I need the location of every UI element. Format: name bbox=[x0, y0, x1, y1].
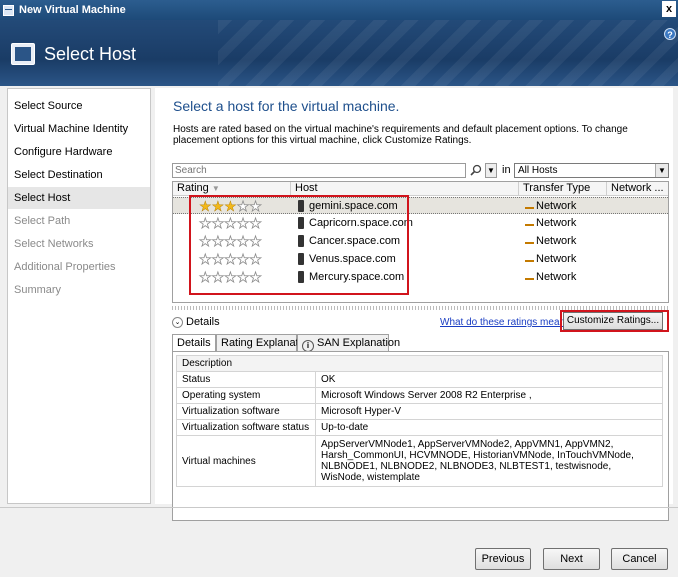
detail-value: Up-to-date bbox=[315, 419, 663, 436]
nav-item-select-source[interactable]: Select Source bbox=[8, 95, 150, 117]
host-icon bbox=[11, 43, 35, 65]
search-options-dropdown[interactable]: ▼ bbox=[485, 163, 497, 178]
tab-san-explanation-label: SAN Explanation bbox=[317, 337, 401, 349]
tab-san-explanation[interactable]: i SAN Explanation bbox=[297, 334, 400, 352]
search-icon[interactable] bbox=[470, 164, 482, 176]
tab-details[interactable]: Details bbox=[172, 334, 216, 352]
section-heading: Select a host for the virtual machine. bbox=[173, 98, 400, 114]
transfer-type: Network bbox=[536, 253, 577, 265]
detail-value: Microsoft Hyper-V bbox=[315, 403, 663, 420]
details-toggle-label: Details bbox=[186, 316, 220, 328]
table-row: Operating system Microsoft Windows Server… bbox=[176, 387, 663, 404]
network-transfer-icon bbox=[525, 240, 534, 244]
column-header-rating-label: Rating bbox=[177, 182, 209, 194]
search-input[interactable] bbox=[172, 163, 466, 178]
search-row: ▼ in All Hosts ▼ bbox=[172, 163, 669, 178]
detail-key: Virtualization software status bbox=[176, 419, 316, 436]
details-description-label: Description bbox=[176, 355, 663, 372]
nav-item-select-host[interactable]: Select Host bbox=[8, 187, 150, 209]
table-row: Status OK bbox=[176, 371, 663, 388]
network-transfer-icon bbox=[525, 276, 534, 280]
banner-pattern bbox=[218, 20, 678, 86]
details-table: Description Status OK Operating system Mic… bbox=[176, 355, 663, 487]
column-header-host[interactable]: Host bbox=[291, 182, 519, 196]
search-scope-select[interactable]: All Hosts ▼ bbox=[514, 163, 669, 178]
cancel-button[interactable]: Cancel bbox=[611, 548, 668, 570]
network-transfer-icon bbox=[525, 205, 534, 209]
ratings-help-link[interactable]: What do these ratings mean? bbox=[440, 317, 571, 328]
search-in-label: in bbox=[502, 164, 511, 176]
network-transfer-icon bbox=[525, 258, 534, 262]
nav-item-summary: Summary bbox=[14, 284, 62, 296]
help-icon[interactable]: ? bbox=[664, 28, 676, 40]
window-title: New Virtual Machine bbox=[19, 4, 126, 16]
chevron-down-icon[interactable]: ▼ bbox=[655, 164, 668, 177]
column-header-network[interactable]: Network ... bbox=[607, 182, 668, 196]
detail-value: OK bbox=[315, 371, 663, 388]
table-row: Virtualization software status Up-to-date bbox=[176, 419, 663, 436]
section-description: Hosts are rated based on the virtual mac… bbox=[173, 124, 628, 146]
nav-item-select-path: Select Path bbox=[14, 215, 71, 227]
nav-item-select-destination[interactable]: Select Destination bbox=[8, 164, 150, 186]
app-icon bbox=[3, 4, 14, 16]
detail-key: Operating system bbox=[176, 387, 316, 404]
page-title: Select Host bbox=[44, 44, 137, 64]
detail-key: Virtualization software bbox=[176, 403, 316, 420]
column-header-transfer-type[interactable]: Transfer Type bbox=[519, 182, 607, 196]
network-transfer-icon bbox=[525, 222, 534, 226]
nav-item-vm-identity[interactable]: Virtual Machine Identity bbox=[8, 118, 150, 140]
search-scope-value: All Hosts bbox=[518, 165, 558, 176]
grid-header: Rating ▼ Host Transfer Type Network ... bbox=[173, 182, 668, 196]
close-icon[interactable]: x bbox=[662, 1, 676, 17]
previous-button[interactable]: Previous bbox=[475, 548, 531, 570]
sort-arrow-icon: ▼ bbox=[211, 184, 220, 193]
table-row: Virtual machines AppServerVMNode1, AppSer… bbox=[176, 435, 663, 487]
detail-key: Virtual machines bbox=[176, 435, 316, 487]
footer-divider bbox=[0, 507, 678, 508]
main-panel: Select a host for the virtual machine. H… bbox=[155, 88, 673, 521]
transfer-type: Network bbox=[536, 271, 577, 283]
transfer-type: Network bbox=[536, 217, 577, 229]
details-toggle[interactable]: ⌄ Details bbox=[172, 316, 220, 328]
highlight-box-ratings bbox=[189, 195, 409, 295]
detail-value: Microsoft Windows Server 2008 R2 Enterpr… bbox=[315, 387, 663, 404]
table-row: Virtualization software Microsoft Hyper-V bbox=[176, 403, 663, 420]
tab-rating-explanation[interactable]: Rating Explanation bbox=[216, 334, 313, 351]
nav-item-configure-hardware[interactable]: Configure Hardware bbox=[8, 141, 150, 163]
wizard-steps-nav: Select Source Virtual Machine Identity C… bbox=[7, 88, 151, 504]
highlight-box-customize bbox=[560, 310, 669, 332]
column-header-rating[interactable]: Rating ▼ bbox=[173, 182, 291, 196]
nav-item-additional-properties: Additional Properties bbox=[14, 261, 116, 273]
details-panel: Description Status OK Operating system Mic… bbox=[172, 351, 669, 521]
window-titlebar: New Virtual Machine x bbox=[0, 0, 678, 20]
next-button[interactable]: Next bbox=[543, 548, 600, 570]
nav-item-select-networks: Select Networks bbox=[14, 238, 94, 250]
detail-value: AppServerVMNode1, AppServerVMNode2, AppV… bbox=[315, 435, 663, 487]
transfer-type: Network bbox=[536, 235, 577, 247]
transfer-type: Network bbox=[536, 200, 577, 212]
detail-key: Status bbox=[176, 371, 316, 388]
page-banner: Select Host ? bbox=[0, 20, 678, 86]
collapse-chevron-icon[interactable]: ⌄ bbox=[172, 316, 183, 328]
